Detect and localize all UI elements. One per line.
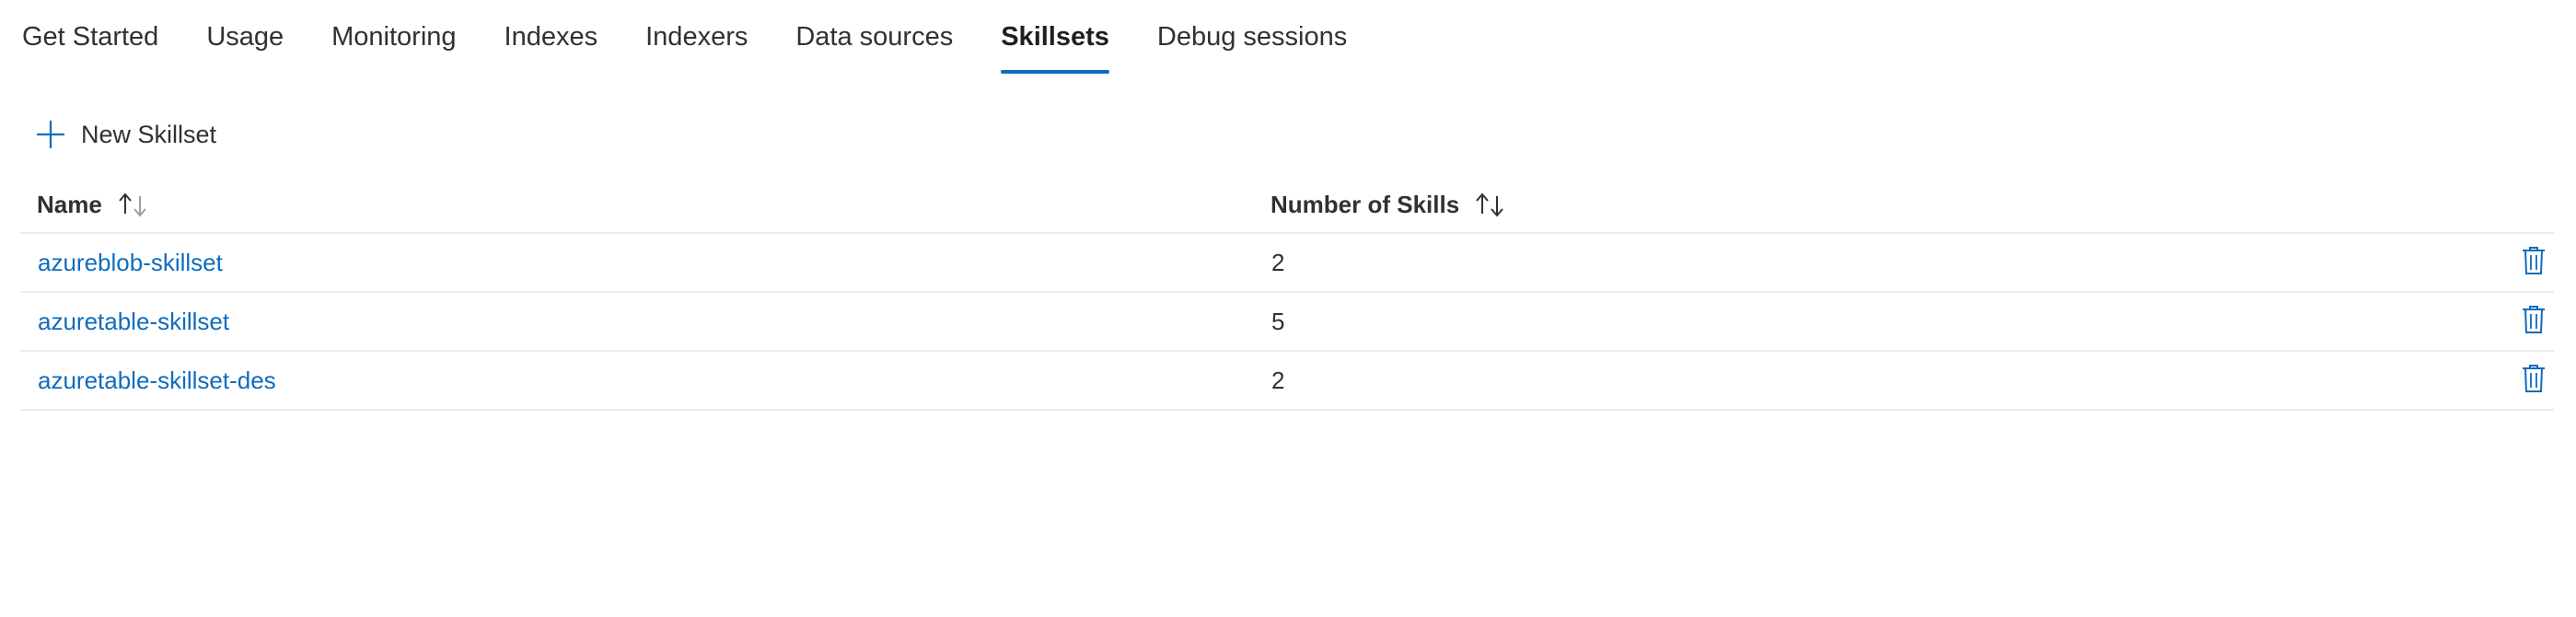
delete-button[interactable] [2521,364,2547,398]
table-header: Name Number of Skills [20,177,2554,234]
skillset-link[interactable]: azureblob-skillset [38,249,223,277]
delete-button[interactable] [2521,246,2547,280]
skill-count: 2 [1271,248,1285,276]
column-header-name-label: Name [37,190,102,218]
tab-data-sources[interactable]: Data sources [795,18,953,55]
tab-debug-sessions[interactable]: Debug sessions [1157,18,1347,55]
tab-bar: Get Started Usage Monitoring Indexes Ind… [22,18,1395,77]
column-header-name[interactable]: Name [37,177,150,232]
trash-icon [2522,246,2546,280]
tab-indexers[interactable]: Indexers [645,18,748,55]
trash-icon [2522,305,2546,339]
tab-monitoring[interactable]: Monitoring [331,18,456,55]
sort-icon[interactable] [117,191,150,218]
skill-count: 2 [1271,366,1285,394]
sort-icon[interactable] [1474,191,1507,218]
tab-usage[interactable]: Usage [206,18,284,55]
trash-icon [2522,364,2546,398]
tab-get-started[interactable]: Get Started [22,18,158,55]
column-header-skills[interactable]: Number of Skills [1271,177,1507,232]
table-row: azuretable-skillset-des 2 [20,352,2554,411]
skillset-link[interactable]: azuretable-skillset [38,308,229,336]
table-row: azureblob-skillset 2 [20,234,2554,293]
skillset-link[interactable]: azuretable-skillset-des [38,367,276,395]
skillsets-table: Name Number of Skills azureblob-skillset… [20,177,2554,411]
tab-skillsets[interactable]: Skillsets [1001,18,1109,74]
table-row: azuretable-skillset 5 [20,293,2554,352]
column-header-skills-label: Number of Skills [1271,190,1460,218]
skill-count: 5 [1271,307,1285,335]
delete-button[interactable] [2521,305,2547,339]
plus-icon [35,119,66,150]
tab-indexes[interactable]: Indexes [505,18,598,55]
new-skillset-label: New Skillset [81,120,217,148]
new-skillset-button[interactable]: New Skillset [35,116,216,153]
